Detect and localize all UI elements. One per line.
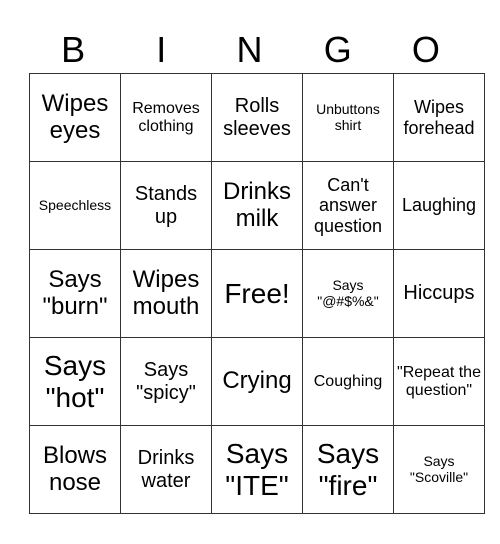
bingo-cell[interactable]: Removes clothing xyxy=(120,73,212,162)
bingo-cell[interactable]: "Repeat the question" xyxy=(393,337,485,426)
header-letter-i: I xyxy=(156,29,167,70)
bingo-cell[interactable]: Wipes eyes xyxy=(29,73,121,162)
bingo-cell[interactable]: Says "Scoville" xyxy=(393,425,485,514)
free-space-cell[interactable]: Free! xyxy=(211,249,303,338)
card-row: Says "burn" Wipes mouth Free! Says "@#$%… xyxy=(29,249,485,338)
bingo-cell[interactable]: Can't answer question xyxy=(302,161,394,250)
bingo-cell[interactable]: Says "hot" xyxy=(29,337,121,426)
bingo-cell[interactable]: Stands up xyxy=(120,161,212,250)
bingo-cell[interactable]: Hiccups xyxy=(393,249,485,338)
bingo-cell[interactable]: Wipes mouth xyxy=(120,249,212,338)
bingo-cell[interactable]: Laughing xyxy=(393,161,485,250)
bingo-card: Wipes eyes Removes clothing Rolls sleeve… xyxy=(29,73,485,514)
card-row: Says "hot" Says "spicy" Crying Coughing … xyxy=(29,337,485,426)
bingo-cell[interactable]: Says "fire" xyxy=(302,425,394,514)
bingo-cell[interactable]: Says "@#$%&" xyxy=(302,249,394,338)
bingo-cell[interactable]: Coughing xyxy=(302,337,394,426)
card-row: Speechless Stands up Drinks milk Can't a… xyxy=(29,161,485,250)
header-letter-g: G xyxy=(323,29,352,70)
card-row: Blows nose Drinks water Says "ITE" Says … xyxy=(29,425,485,514)
header-letter-b: B xyxy=(61,29,86,70)
bingo-cell[interactable]: Drinks milk xyxy=(211,161,303,250)
bingo-cell[interactable]: Unbuttons shirt xyxy=(302,73,394,162)
card-row: Wipes eyes Removes clothing Rolls sleeve… xyxy=(29,73,485,162)
bingo-cell[interactable]: Blows nose xyxy=(29,425,121,514)
bingo-cell[interactable]: Rolls sleeves xyxy=(211,73,303,162)
bingo-cell[interactable]: Says "burn" xyxy=(29,249,121,338)
bingo-cell[interactable]: Says "spicy" xyxy=(120,337,212,426)
bingo-header: B I N G O xyxy=(29,28,470,72)
bingo-cell[interactable]: Says "ITE" xyxy=(211,425,303,514)
header-letter-o: O xyxy=(411,29,440,70)
bingo-cell[interactable]: Speechless xyxy=(29,161,121,250)
header-letter-n: N xyxy=(236,29,263,70)
bingo-cell[interactable]: Crying xyxy=(211,337,303,426)
bingo-cell[interactable]: Wipes forehead xyxy=(393,73,485,162)
bingo-cell[interactable]: Drinks water xyxy=(120,425,212,514)
